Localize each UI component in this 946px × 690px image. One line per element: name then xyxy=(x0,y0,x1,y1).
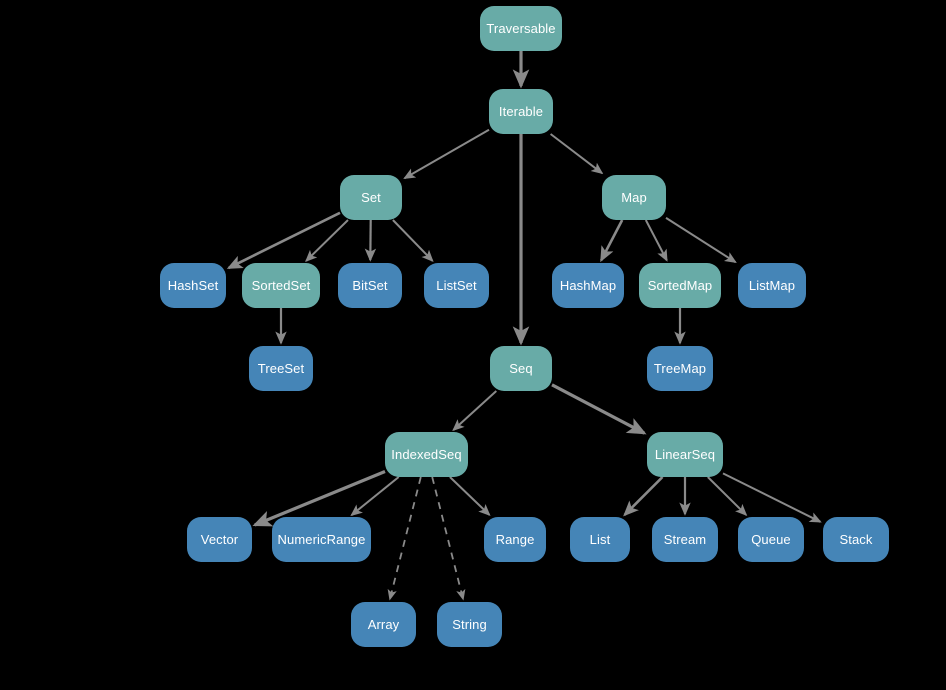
node-stream[interactable]: Stream xyxy=(652,517,718,562)
node-queue[interactable]: Queue xyxy=(738,517,804,562)
edge-iterable-to-set xyxy=(403,128,490,180)
edge-set-to-sortedset xyxy=(305,219,349,263)
edge-seq-to-indexedseq xyxy=(452,390,497,432)
edge-map-to-listmap xyxy=(665,217,737,264)
node-seq[interactable]: Seq xyxy=(490,346,552,391)
node-bitset[interactable]: BitSet xyxy=(338,263,402,308)
edge-layer xyxy=(226,51,822,601)
edge-indexedseq-to-array xyxy=(387,476,422,601)
node-numericrange[interactable]: NumericRange xyxy=(272,517,371,562)
collections-hierarchy-diagram: Traversable Iterable Set Map HashSet SortedSe… xyxy=(0,0,946,690)
node-list[interactable]: List xyxy=(570,517,630,562)
node-array[interactable]: Array xyxy=(351,602,416,647)
edge-linearseq-to-stack xyxy=(722,472,822,523)
node-range[interactable]: Range xyxy=(484,517,546,562)
edge-map-to-hashmap xyxy=(600,219,624,263)
edge-map-to-sortedmap xyxy=(644,219,668,262)
node-linearseq[interactable]: LinearSeq xyxy=(647,432,723,477)
node-vector[interactable]: Vector xyxy=(187,517,252,562)
edge-set-to-hashset xyxy=(226,211,341,270)
node-treemap[interactable]: TreeMap xyxy=(647,346,713,391)
edge-seq-to-linearseq xyxy=(551,383,647,435)
edge-indexedseq-to-string xyxy=(431,476,466,601)
edge-iterable-to-map xyxy=(549,133,604,175)
edge-set-to-listset xyxy=(392,219,434,262)
node-stack[interactable]: Stack xyxy=(823,517,889,562)
node-sortedmap[interactable]: SortedMap xyxy=(639,263,721,308)
node-traversable[interactable]: Traversable xyxy=(480,6,562,51)
edge-indexedseq-to-numericrange xyxy=(350,476,400,517)
node-listset[interactable]: ListSet xyxy=(424,263,489,308)
node-treeset[interactable]: TreeSet xyxy=(249,346,313,391)
node-hashset[interactable]: HashSet xyxy=(160,263,226,308)
edge-linearseq-to-list xyxy=(623,476,664,517)
node-hashmap[interactable]: HashMap xyxy=(552,263,624,308)
edge-linearseq-to-queue xyxy=(707,476,748,517)
node-sortedset[interactable]: SortedSet xyxy=(242,263,320,308)
edge-indexedseq-to-range xyxy=(449,476,491,517)
node-iterable[interactable]: Iterable xyxy=(489,89,553,134)
node-string[interactable]: String xyxy=(437,602,502,647)
node-set[interactable]: Set xyxy=(340,175,402,220)
node-map[interactable]: Map xyxy=(602,175,666,220)
node-indexedseq[interactable]: IndexedSeq xyxy=(385,432,468,477)
node-listmap[interactable]: ListMap xyxy=(738,263,806,308)
